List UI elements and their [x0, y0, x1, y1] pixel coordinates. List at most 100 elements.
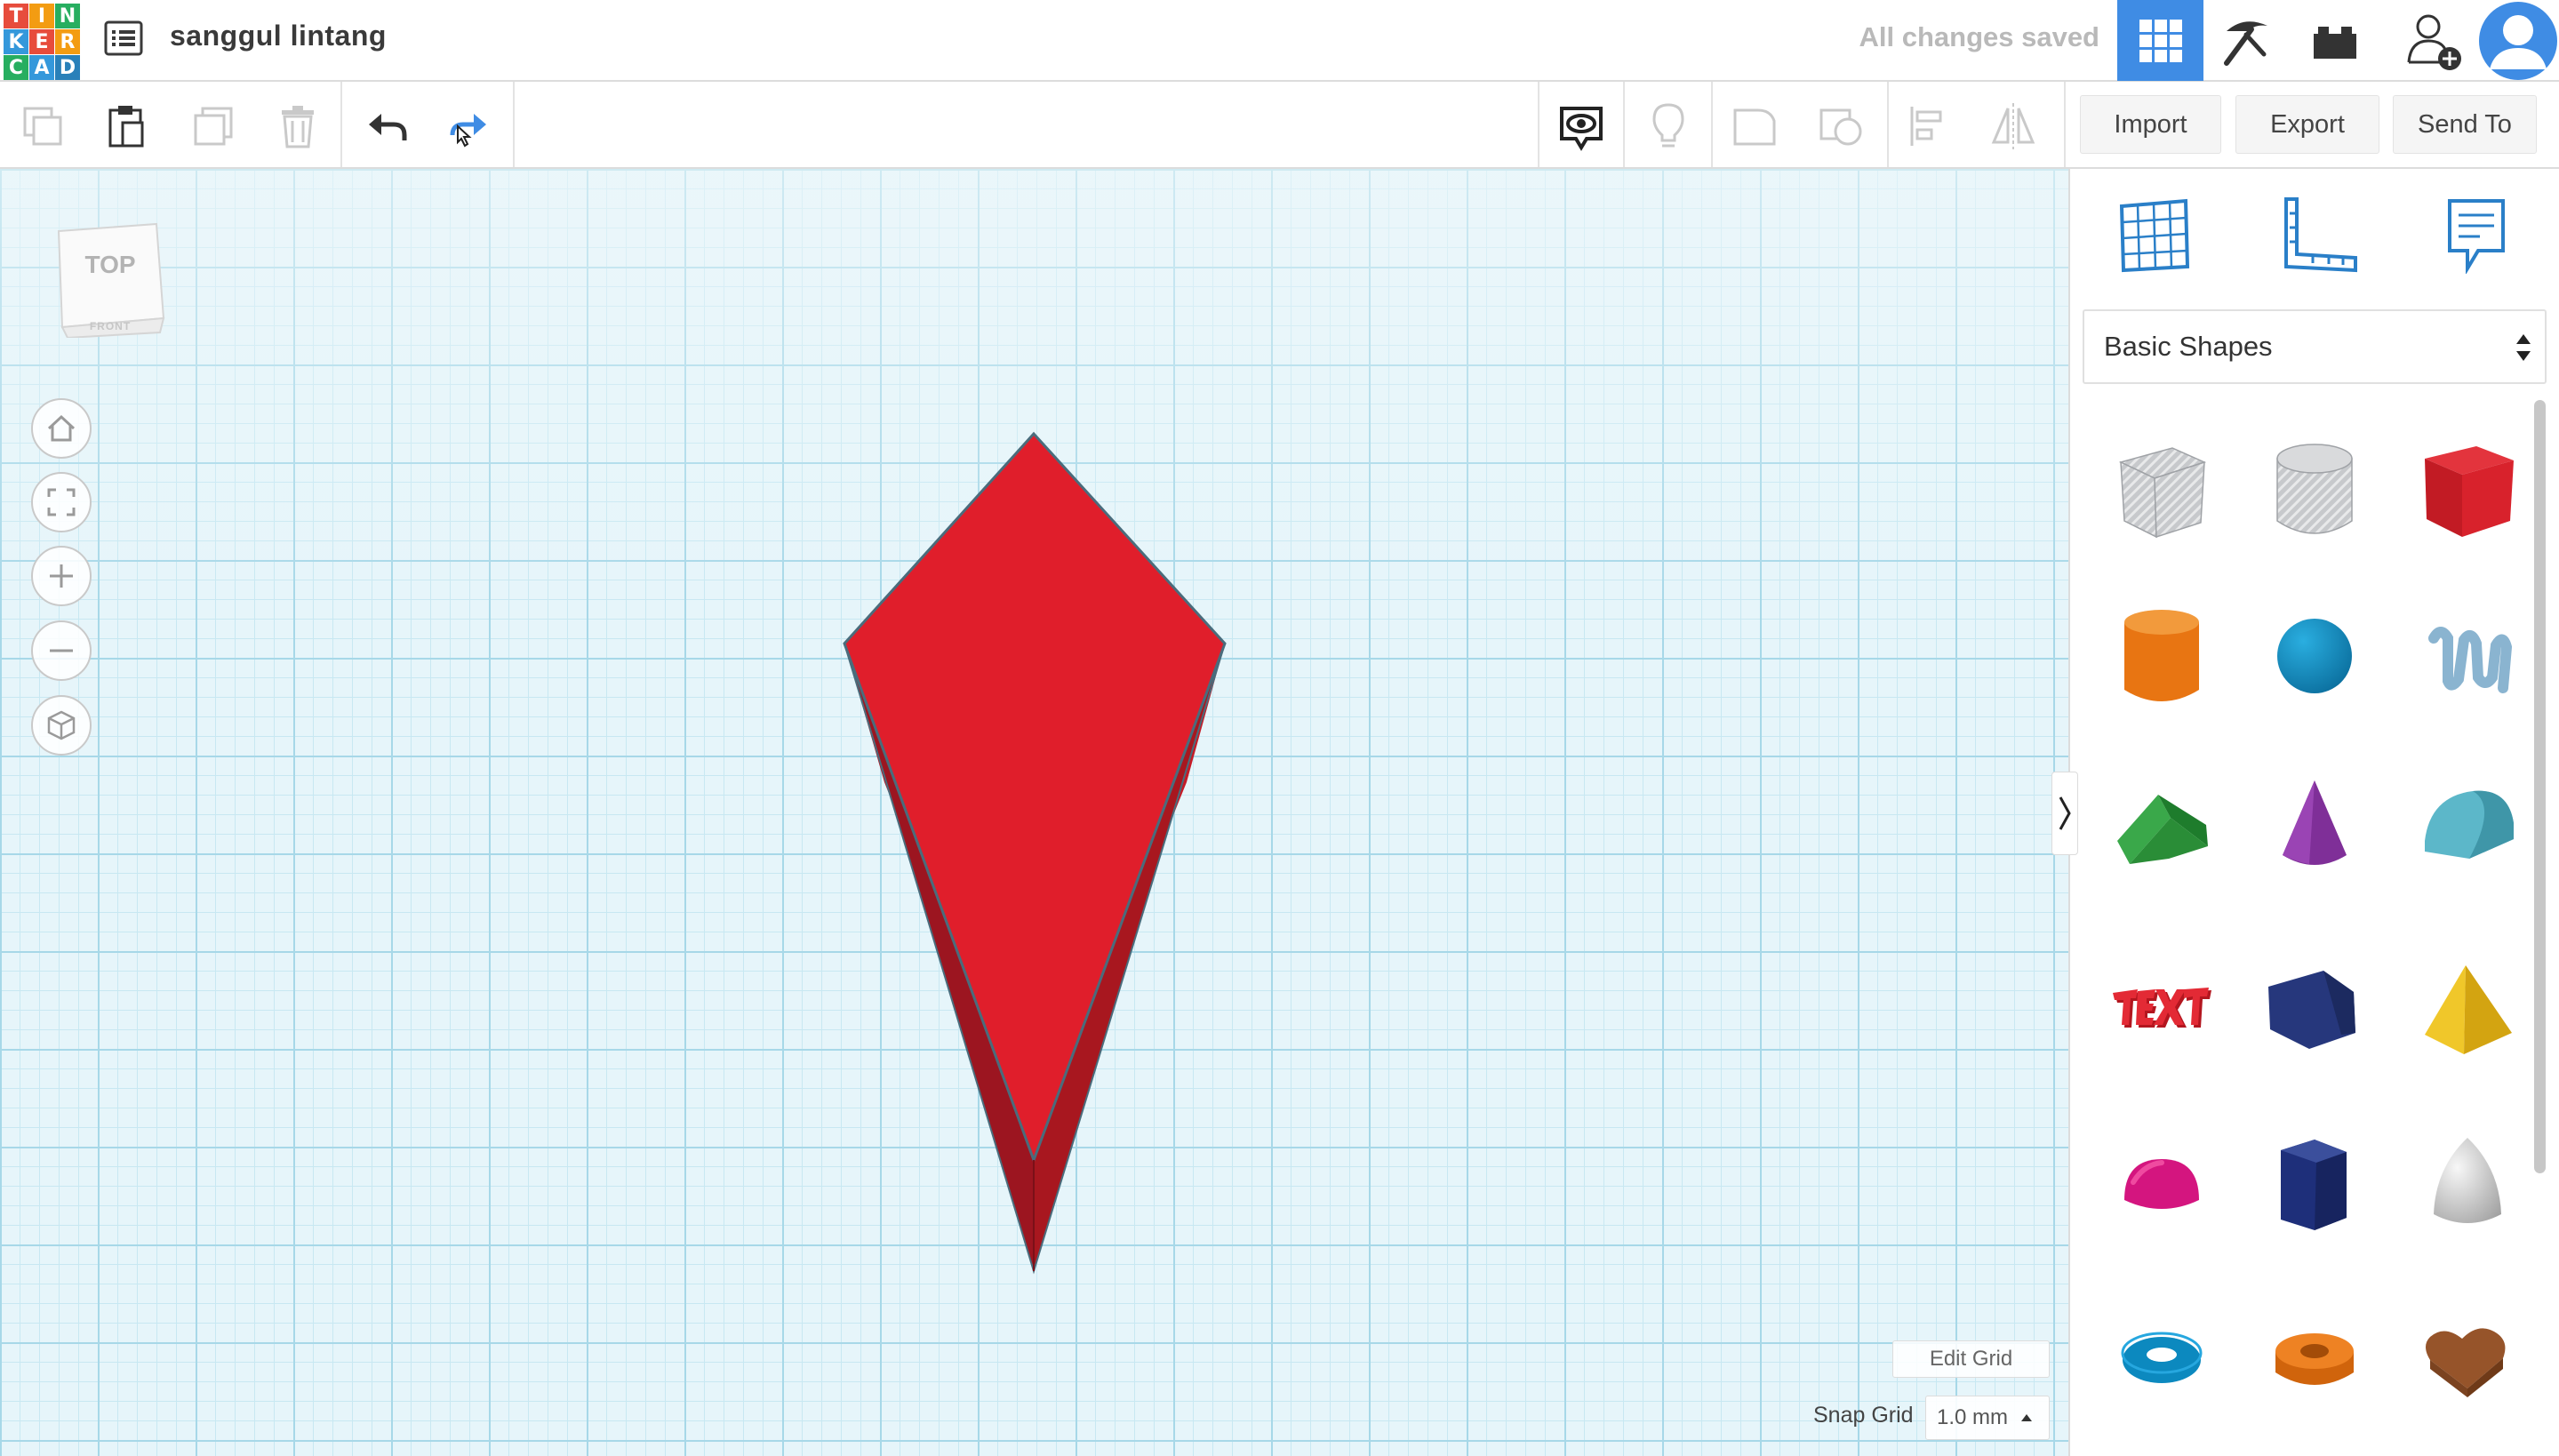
edit-grid-button[interactable]: Edit Grid: [1892, 1340, 2050, 1378]
logo-letter: A: [29, 55, 54, 80]
cylinder-hole-icon: [2276, 444, 2353, 534]
user-avatar-icon: [2478, 1, 2557, 80]
workplane-tool-button[interactable]: [2110, 191, 2199, 280]
notes-icon: [2448, 199, 2505, 274]
minus-icon: [50, 649, 73, 652]
caret-up-icon: [2021, 1414, 2033, 1421]
text-shape-icon: [2113, 988, 2211, 1028]
tinkercad-logo[interactable]: T I N K E R C A D: [4, 4, 80, 80]
shape-scribble[interactable]: [2410, 594, 2525, 718]
shape-cone[interactable]: [2257, 761, 2372, 885]
brick-icon: [2313, 26, 2356, 59]
design-title[interactable]: sanggul lintang: [170, 20, 387, 52]
shape-pyramid[interactable]: [2410, 948, 2525, 1072]
invite-user-button[interactable]: [2390, 0, 2476, 81]
design-list-button[interactable]: [101, 18, 146, 59]
logo-letter: D: [55, 55, 80, 80]
shapes-panel-scrollbar[interactable]: [2534, 400, 2546, 1173]
import-button[interactable]: Import: [2080, 95, 2221, 154]
polygon-icon: [2281, 1140, 2347, 1230]
cube-icon: [47, 710, 76, 740]
shape-cylinder[interactable]: [2104, 594, 2219, 718]
wedge-icon: [2268, 971, 2355, 1049]
shape-tube[interactable]: [2257, 1296, 2372, 1420]
torus-icon: [2121, 1332, 2203, 1383]
duplicate-button[interactable]: [188, 101, 238, 151]
light-bulb-button[interactable]: [1643, 101, 1693, 151]
ungroup-icon: [1819, 108, 1862, 146]
edit-toolbar: Import Export Send To: [0, 82, 2559, 169]
paste-button[interactable]: [101, 101, 151, 151]
cone-icon: [2283, 780, 2347, 865]
ruler-tool-button[interactable]: [2276, 191, 2365, 280]
group-icon: [1733, 108, 1776, 146]
notes-tool-button[interactable]: [2432, 191, 2521, 280]
copy-icon: [23, 107, 62, 146]
show-all-icon: [1560, 107, 1603, 151]
shape-heart[interactable]: [2410, 1296, 2525, 1420]
shape-torus[interactable]: [2104, 1296, 2219, 1420]
light-bulb-icon: [1652, 103, 1684, 148]
shape-roof[interactable]: [2104, 761, 2219, 885]
bricks-view-button[interactable]: [2291, 0, 2378, 81]
workplane-canvas: [0, 169, 2068, 1456]
workplane[interactable]: TOP FRONT Edit Grid Snap Grid 1.0 mm: [0, 169, 2068, 1456]
home-icon: [47, 414, 76, 442]
align-button[interactable]: [1905, 101, 1955, 151]
shape-round-roof[interactable]: [2410, 761, 2525, 885]
logo-letter: T: [4, 4, 28, 28]
chevron-right-icon: [2059, 796, 2071, 830]
zoom-out-button[interactable]: [31, 620, 92, 681]
fit-view-icon: [47, 488, 76, 516]
grid-3d-icon: [2139, 19, 2182, 62]
snap-grid-value: 1.0 mm: [1937, 1405, 2009, 1429]
tube-icon: [2275, 1333, 2354, 1385]
shape-sphere[interactable]: [2257, 594, 2372, 718]
shape-box-hole[interactable]: [2104, 427, 2219, 551]
ortho-view-button[interactable]: [31, 695, 92, 756]
pyramid-icon: [2425, 965, 2512, 1054]
mirror-icon: [1991, 103, 2035, 149]
shape-box[interactable]: [2410, 427, 2525, 551]
3d-design-view-button[interactable]: [2117, 0, 2203, 81]
logo-letter: C: [4, 55, 28, 80]
zoom-in-button[interactable]: [31, 546, 92, 606]
shape-category-select[interactable]: Basic Shapes: [2083, 309, 2547, 384]
half-sphere-icon: [2124, 1159, 2199, 1209]
snap-grid-select[interactable]: 1.0 mm: [1925, 1396, 2050, 1440]
ungroup-button[interactable]: [1816, 101, 1866, 151]
sphere-icon: [2277, 619, 2352, 693]
duplicate-icon: [194, 107, 233, 146]
undo-button[interactable]: [362, 101, 412, 151]
send-to-button[interactable]: Send To: [2393, 95, 2537, 154]
cylinder-icon: [2124, 610, 2199, 701]
view-cube-top-label: TOP: [84, 251, 136, 278]
heart-icon: [2426, 1328, 2506, 1397]
copy-button[interactable]: [18, 101, 68, 151]
export-button[interactable]: Export: [2235, 95, 2379, 154]
shape-half-sphere[interactable]: [2104, 1124, 2219, 1248]
shape-cylinder-hole[interactable]: [2257, 427, 2372, 551]
redo-button[interactable]: [444, 101, 493, 151]
logo-letter: E: [29, 29, 54, 54]
save-status: All changes saved: [1859, 21, 2099, 52]
view-cube[interactable]: TOP FRONT: [53, 213, 167, 340]
shape-text[interactable]: [2104, 948, 2219, 1072]
fit-view-button[interactable]: [31, 472, 92, 532]
show-all-button[interactable]: [1556, 101, 1606, 151]
logo-letter: R: [55, 29, 80, 54]
paste-icon: [108, 106, 144, 148]
logo-letter: K: [4, 29, 28, 54]
home-view-button[interactable]: [31, 398, 92, 459]
collapse-panel-button[interactable]: [2051, 772, 2078, 855]
delete-button[interactable]: [273, 101, 323, 151]
add-user-icon: [2407, 14, 2461, 70]
undo-icon: [369, 114, 407, 140]
shape-wedge[interactable]: [2257, 948, 2372, 1072]
user-avatar-button[interactable]: [2475, 0, 2559, 81]
minecraft-view-button[interactable]: [2203, 0, 2290, 81]
mirror-button[interactable]: [1988, 101, 2038, 151]
shape-polygon[interactable]: [2257, 1124, 2372, 1248]
shape-paraboloid[interactable]: [2410, 1124, 2525, 1248]
group-button[interactable]: [1730, 101, 1779, 151]
